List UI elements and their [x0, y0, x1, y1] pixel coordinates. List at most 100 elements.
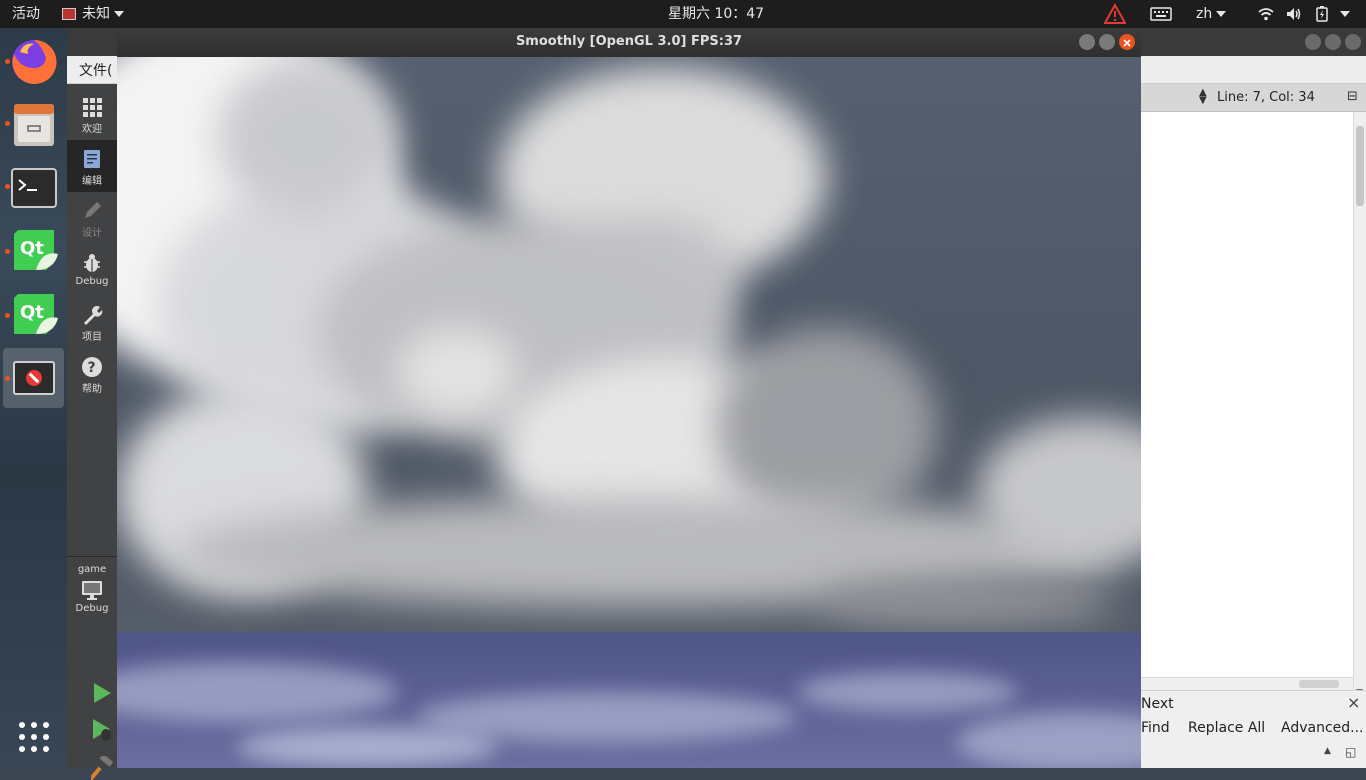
close-icon[interactable] [1345, 34, 1361, 50]
find-replace-bar: Next × Find Replace All Advanced... ▲ ◱ [1141, 690, 1366, 768]
kit-selector[interactable]: game Debug [67, 562, 117, 632]
dock-qt-designer[interactable]: Qt [3, 286, 64, 346]
updown-icon[interactable]: ▲ ▼ [1199, 88, 1207, 106]
app-menu[interactable]: 未知 [62, 0, 124, 28]
show-applications-icon [19, 722, 49, 752]
battery-icon[interactable] [1316, 0, 1328, 28]
minimize-icon[interactable] [1305, 34, 1321, 50]
wifi-icon[interactable] [1258, 0, 1274, 28]
warning-icon[interactable] [1103, 0, 1127, 28]
scrollbar-thumb[interactable] [1299, 680, 1339, 688]
water-reflection-highlight [797, 672, 1017, 712]
close-icon[interactable]: × [1347, 693, 1360, 712]
terminal-icon [11, 168, 57, 208]
mode-label: 设计 [82, 228, 102, 239]
running-indicator [5, 121, 10, 126]
mode-help[interactable]: ? 帮助 [67, 348, 117, 400]
keyboard-icon[interactable] [1150, 0, 1172, 28]
run-icon[interactable] [91, 682, 113, 704]
smoothly-window: Smoothly [OpenGL 3.0] FPS:37 [117, 28, 1141, 768]
unknown-app-icon [13, 361, 55, 395]
mode-label: 帮助 [82, 384, 102, 395]
firefox-icon [12, 39, 57, 84]
find-next-button[interactable]: Next [1141, 696, 1174, 712]
activities-button[interactable]: 活动 [12, 0, 40, 28]
menu-file[interactable]: 文件( [79, 60, 112, 80]
running-indicator [5, 376, 10, 381]
running-indicator [5, 313, 10, 318]
window-title: Smoothly [OpenGL 3.0] FPS:37 [515, 34, 743, 49]
maximize-icon[interactable] [1325, 34, 1341, 50]
kit-project-label: game [77, 564, 107, 575]
close-icon[interactable] [1119, 34, 1135, 50]
debug-run-icon[interactable] [91, 718, 113, 742]
cloud [717, 327, 937, 527]
chevron-up-icon[interactable]: ▲ [1324, 746, 1331, 756]
mode-label: 项目 [82, 332, 102, 343]
split-icon[interactable]: ⊟ [1347, 89, 1358, 104]
svg-text:Qt: Qt [20, 302, 44, 323]
mode-debug[interactable]: Debug [67, 244, 117, 296]
top-bar: 活动 未知 星期六 10：47 zh [0, 0, 1366, 28]
files-icon [14, 104, 54, 146]
cloud [397, 327, 517, 417]
mode-projects[interactable]: 项目 [67, 296, 117, 348]
text-editor[interactable] [1141, 112, 1353, 705]
pencil-icon [85, 202, 101, 218]
dock-files[interactable] [3, 96, 64, 156]
water-reflection-highlight [957, 712, 1141, 768]
qt-creator-icon: Qt [14, 230, 58, 270]
cloud [217, 57, 397, 217]
document-icon [84, 150, 100, 168]
editor-toolbar: ▲ ▼ Line: 7, Col: 34 ⊟ [1141, 84, 1366, 112]
wrench-icon [84, 306, 103, 325]
dock-terminal[interactable] [3, 158, 64, 218]
water-reflection-highlight [117, 662, 397, 722]
water-reflection-highlight [417, 692, 797, 742]
window-titlebar[interactable]: Smoothly [OpenGL 3.0] FPS:37 [117, 28, 1141, 57]
build-hammer-icon[interactable] [91, 756, 115, 780]
monitor-icon [82, 581, 102, 600]
running-indicator [5, 249, 10, 254]
find-button[interactable]: Find [1141, 720, 1170, 736]
mode-edit[interactable]: 编辑 [67, 140, 117, 192]
input-method-menu[interactable]: zh [1196, 0, 1227, 28]
replace-all-button[interactable]: Replace All [1188, 720, 1265, 736]
chevron-down-icon [114, 11, 124, 17]
dock-firefox[interactable] [3, 32, 64, 92]
svg-text:?: ? [88, 360, 96, 376]
float-window-icon[interactable]: ◱ [1345, 745, 1356, 759]
cloud [817, 577, 1117, 627]
clock[interactable]: 星期六 10：47 [668, 0, 764, 28]
divider [67, 556, 117, 557]
app-menu-label: 未知 [82, 6, 110, 22]
horizontal-scrollbar[interactable] [1141, 677, 1353, 690]
maximize-icon[interactable] [1099, 34, 1115, 50]
minimize-icon[interactable] [1079, 34, 1095, 50]
water-reflection-highlight [237, 727, 497, 767]
chevron-down-icon [1216, 11, 1227, 17]
mode-label: 欢迎 [82, 124, 102, 135]
dock-qt-creator[interactable]: Qt [3, 222, 64, 282]
dock-unknown-app[interactable] [3, 348, 64, 408]
grid-icon [83, 98, 102, 117]
help-icon: ? [82, 357, 102, 377]
mode-welcome[interactable]: 欢迎 [67, 88, 117, 140]
dock: Qt Qt [0, 28, 67, 768]
opengl-water-reflection[interactable] [117, 632, 1141, 768]
advanced-button[interactable]: Advanced... [1281, 720, 1364, 736]
running-indicator [5, 184, 10, 189]
cursor-position[interactable]: Line: 7, Col: 34 [1217, 90, 1315, 105]
bug-icon [84, 254, 100, 272]
system-menu-chevron-icon[interactable] [1336, 0, 1350, 28]
vertical-scrollbar[interactable]: ▼ [1353, 112, 1366, 705]
mode-label: 编辑 [82, 176, 102, 187]
mode-design[interactable]: 设计 [67, 192, 117, 244]
mode-selector: 欢迎 编辑 设计 Debug 项目 ? 帮助 game Debug [67, 84, 117, 780]
opengl-sky-scene[interactable] [117, 57, 1141, 632]
kit-mode-label: Debug [75, 603, 109, 614]
qt-designer-icon: Qt [14, 294, 58, 334]
scrollbar-thumb[interactable] [1356, 126, 1364, 206]
volume-icon[interactable] [1286, 0, 1302, 28]
dock-show-applications[interactable] [3, 708, 64, 768]
